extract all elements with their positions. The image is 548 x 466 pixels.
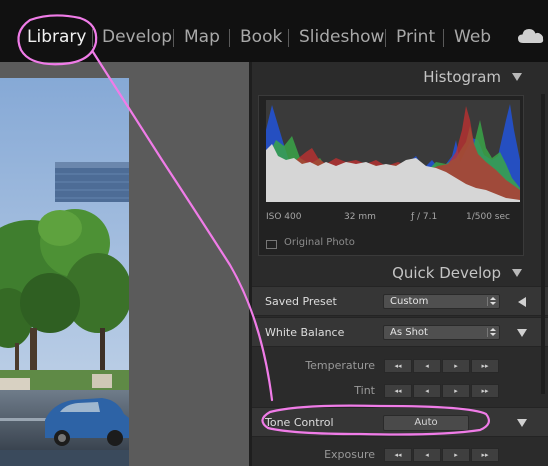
temperature-stepper: ◂◂ ◂ ▸ ▸▸	[384, 359, 500, 373]
module-library[interactable]: Library	[27, 26, 86, 48]
exposure-decrease-large-button[interactable]: ◂◂	[384, 448, 412, 462]
quick-develop-header[interactable]: Quick Develop	[252, 258, 548, 288]
module-print[interactable]: Print	[396, 26, 435, 48]
module-develop[interactable]: Develop	[102, 26, 172, 48]
right-panel: Histogram ISO 400 32 mm ƒ / 7.1 1/500 se…	[252, 62, 548, 466]
exposure-stepper: ◂◂ ◂ ▸ ▸▸	[384, 448, 500, 462]
tint-increase-button[interactable]: ▸	[442, 384, 470, 398]
tone-control-label: Tone Control	[265, 416, 334, 429]
module-separator	[229, 29, 230, 47]
module-separator	[173, 29, 174, 47]
tint-stepper: ◂◂ ◂ ▸ ▸▸	[384, 384, 500, 398]
temperature-decrease-large-button[interactable]: ◂◂	[384, 359, 412, 373]
saved-preset-label: Saved Preset	[265, 295, 337, 308]
module-separator	[443, 29, 444, 47]
white-balance-value: As Shot	[390, 327, 428, 338]
tint-label: Tint	[354, 384, 375, 397]
white-balance-label: White Balance	[265, 326, 345, 339]
module-picker: Library Develop Map Book Slideshow Print…	[0, 0, 548, 62]
white-balance-row: White Balance As Shot	[252, 317, 548, 347]
shutter-speed: 1/500 sec	[466, 212, 510, 222]
saved-preset-row: Saved Preset Custom	[252, 286, 548, 316]
exposure-increase-button[interactable]: ▸	[442, 448, 470, 462]
cloud-icon[interactable]	[517, 26, 545, 46]
histogram-panel: ISO 400 32 mm ƒ / 7.1 1/500 sec Original…	[258, 95, 524, 256]
module-map[interactable]: Map	[184, 26, 220, 48]
tone-control-row: Tone Control Auto	[252, 407, 548, 437]
collapse-triangle-icon[interactable]	[517, 419, 527, 427]
collapse-triangle-icon[interactable]	[512, 269, 522, 277]
module-separator	[385, 29, 386, 47]
module-slideshow[interactable]: Slideshow	[299, 26, 384, 48]
saved-preset-select[interactable]: Custom	[383, 294, 500, 309]
quick-develop-title: Quick Develop	[392, 264, 501, 282]
module-book[interactable]: Book	[240, 26, 282, 48]
panel-scrollbar[interactable]	[541, 94, 545, 394]
histogram-graph[interactable]	[266, 100, 520, 202]
exposure-decrease-button[interactable]: ◂	[413, 448, 441, 462]
tint-decrease-button[interactable]: ◂	[413, 384, 441, 398]
temperature-increase-large-button[interactable]: ▸▸	[471, 359, 499, 373]
saved-preset-value: Custom	[390, 296, 429, 307]
expand-triangle-icon[interactable]	[518, 297, 526, 307]
exposure-label: Exposure	[324, 448, 375, 461]
temperature-decrease-button[interactable]: ◂	[413, 359, 441, 373]
original-photo-checkbox[interactable]	[266, 240, 277, 249]
tint-decrease-large-button[interactable]: ◂◂	[384, 384, 412, 398]
aperture-value: ƒ / 7.1	[411, 212, 438, 222]
photo-viewer[interactable]	[0, 62, 249, 466]
histogram-title: Histogram	[423, 68, 501, 86]
select-arrows-icon	[487, 297, 497, 306]
temperature-label: Temperature	[305, 359, 375, 372]
temperature-increase-button[interactable]: ▸	[442, 359, 470, 373]
module-web[interactable]: Web	[454, 26, 491, 48]
auto-tone-button[interactable]: Auto	[383, 415, 469, 431]
module-separator	[92, 29, 93, 47]
module-separator	[288, 29, 289, 47]
original-photo-label: Original Photo	[284, 237, 355, 248]
exposure-increase-large-button[interactable]: ▸▸	[471, 448, 499, 462]
iso-value: ISO 400	[266, 212, 302, 222]
histogram-header[interactable]: Histogram	[252, 62, 548, 92]
collapse-triangle-icon[interactable]	[512, 73, 522, 81]
tint-increase-large-button[interactable]: ▸▸	[471, 384, 499, 398]
focal-length: 32 mm	[344, 212, 376, 222]
photo-preview[interactable]	[0, 78, 129, 466]
collapse-triangle-icon[interactable]	[517, 329, 527, 337]
white-balance-select[interactable]: As Shot	[383, 325, 500, 340]
select-arrows-icon	[487, 328, 497, 337]
